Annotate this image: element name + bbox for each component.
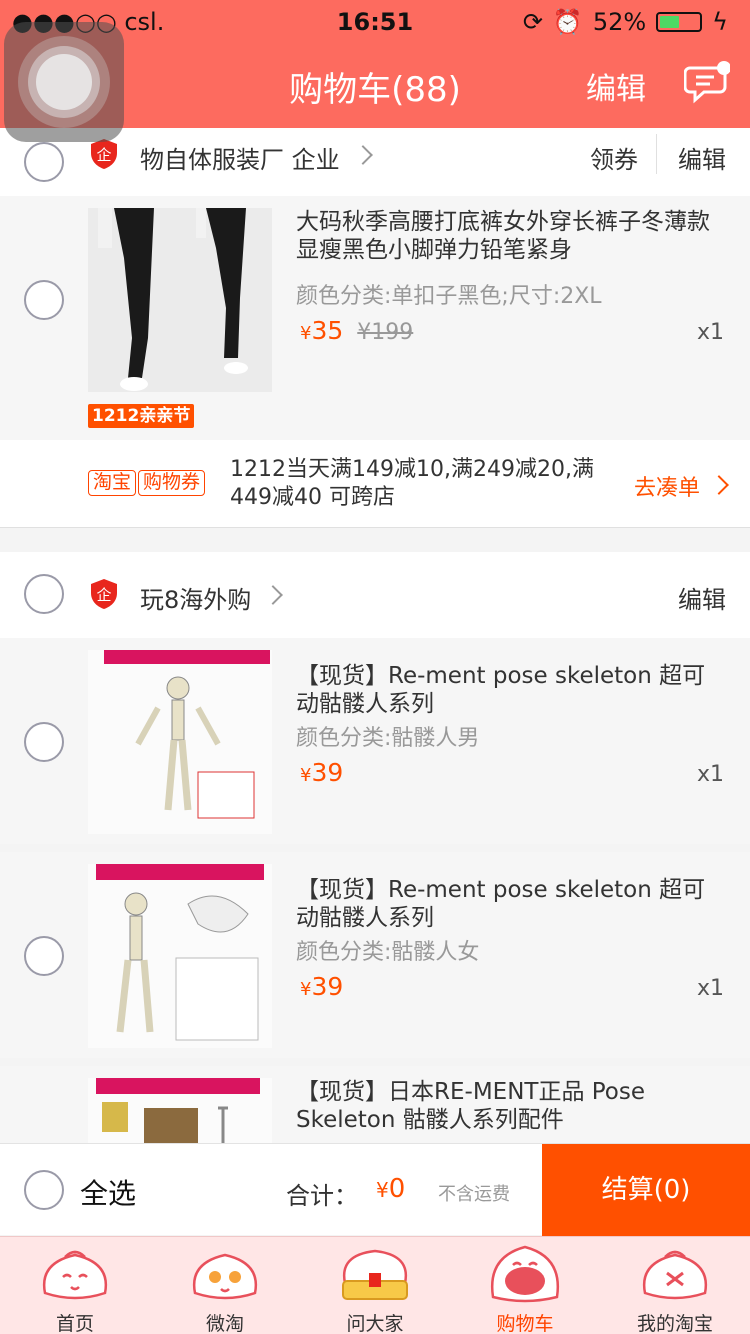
total-label: 合计： (286, 1182, 358, 1210)
item-quantity: x1 (696, 320, 724, 345)
shop-name[interactable]: 物自体服装厂 企业 (140, 140, 340, 175)
item-select-radio[interactable] (24, 936, 64, 976)
enterprise-shield-icon: 企 (91, 139, 117, 169)
product-image[interactable] (88, 650, 272, 834)
product-image[interactable] (88, 208, 272, 392)
tab-label: 购物车 (496, 1313, 554, 1334)
rotation-lock-icon: ⟳ (522, 8, 543, 36)
item-original-price: ¥199 (357, 320, 414, 345)
svg-text:企: 企 (96, 146, 111, 164)
battery-percent: 52% (592, 8, 647, 36)
enterprise-shield-icon: 企 (91, 579, 117, 609)
shop-header-1: 企 物自体服装厂 企业 领券 编辑 (0, 128, 750, 206)
voucher-tag: 购物券 (138, 470, 206, 496)
checkout-button[interactable]: 结算(0) (542, 1144, 750, 1236)
message-icon[interactable] (684, 60, 730, 104)
weitao-bun-icon (192, 1253, 258, 1300)
coupon-button[interactable]: 领券 (590, 140, 638, 175)
product-image[interactable] (88, 864, 272, 1048)
tab-cart[interactable]: 购物车 (450, 1237, 600, 1334)
shop-edit-button[interactable]: 编辑 (678, 140, 726, 175)
coupon-promo-row[interactable]: 淘宝 购物券 1212当天满149减10,满249减20,满449减40 可跨店… (0, 440, 750, 528)
item-title[interactable]: 【现货】Re-ment pose skeleton 超可动骷髅人系列 (296, 876, 726, 932)
chevron-right-icon (353, 145, 373, 165)
assistive-touch-button[interactable] (4, 22, 124, 142)
tab-bar: 首页 微淘 问大家 购物车 我的淘宝 (0, 1236, 750, 1334)
item-title[interactable]: 【现货】Re-ment pose skeleton 超可动骷髅人系列 (296, 662, 726, 718)
divider (656, 134, 657, 174)
home-bun-icon (42, 1250, 108, 1300)
total-amount: ¥0 (376, 1174, 406, 1204)
promo-action-link[interactable]: 去凑单 (634, 470, 700, 502)
status-right: ⟳ ⏰ 52% ϟ (523, 8, 728, 36)
item-quantity: x1 (696, 976, 724, 1001)
item-price: ¥35 ¥199 (300, 316, 414, 345)
tab-label: 问大家 (346, 1313, 404, 1334)
charging-icon: ϟ (712, 8, 728, 36)
cart-item: 1212亲亲节 大码秋季高腰打底裤女外穿长裤子冬薄款显瘦黑色小脚弹力铅笔紧身 颜… (0, 196, 750, 440)
tab-label: 微淘 (205, 1313, 244, 1334)
shipping-note: 不含运费 (438, 1184, 510, 1205)
tab-weitao[interactable]: 微淘 (150, 1237, 300, 1334)
svg-text:企: 企 (96, 586, 111, 604)
shop-header-2: 企 玩8海外购 编辑 (0, 552, 750, 638)
item-spec: 颜色分类:骷髅人女 (296, 940, 480, 965)
item-price: ¥39 (300, 972, 344, 1001)
tab-label: 我的淘宝 (636, 1313, 713, 1334)
item-quantity: x1 (696, 762, 724, 787)
product-image[interactable] (88, 1078, 272, 1144)
tab-home[interactable]: 首页 (0, 1237, 150, 1334)
checkout-bar: 全选 合计： ¥0 不含运费 结算(0) (0, 1143, 750, 1236)
tab-label: 首页 (55, 1313, 94, 1334)
cart-bun-icon (490, 1245, 560, 1303)
item-spec: 颜色分类:单扣子黑色;尺寸:2XL (296, 284, 602, 309)
promo-badge: 1212亲亲节 (88, 404, 195, 428)
shop-name[interactable]: 玩8海外购 (140, 580, 251, 615)
cart-item: 【现货】日本RE-MENT正品 Pose Skeleton 骷髅人系列配件 (0, 1066, 750, 1144)
promo-tags: 淘宝 购物券 (88, 470, 206, 496)
my-taobao-bun-icon (642, 1250, 708, 1300)
promo-text: 1212当天满149减10,满249减20,满449减40 可跨店 (230, 457, 594, 510)
taobao-tag: 淘宝 (88, 470, 137, 496)
tab-my-taobao[interactable]: 我的淘宝 (600, 1237, 750, 1334)
select-all-radio[interactable] (24, 1170, 64, 1210)
select-all-label[interactable]: 全选 (80, 1172, 136, 1212)
cart-item: 【现货】Re-ment pose skeleton 超可动骷髅人系列 颜色分类:… (0, 638, 750, 844)
item-title[interactable]: 【现货】日本RE-MENT正品 Pose Skeleton 骷髅人系列配件 (296, 1078, 726, 1134)
header-edit-button[interactable]: 编辑 (586, 64, 646, 108)
ask-bun-icon (342, 1249, 408, 1300)
shop-edit-button[interactable]: 编辑 (678, 580, 726, 615)
item-price: ¥39 (300, 758, 344, 787)
shop-select-radio[interactable] (24, 574, 64, 614)
alarm-icon: ⏰ (552, 8, 583, 36)
chevron-right-icon (263, 585, 283, 605)
item-select-radio[interactable] (24, 722, 64, 762)
tab-ask[interactable]: 问大家 (300, 1237, 450, 1334)
shop-select-radio[interactable] (24, 142, 64, 182)
chevron-right-icon (709, 475, 729, 495)
item-title[interactable]: 大码秋季高腰打底裤女外穿长裤子冬薄款显瘦黑色小脚弹力铅笔紧身 (296, 208, 726, 264)
battery-icon (656, 12, 703, 32)
item-select-radio[interactable] (24, 280, 64, 320)
item-spec: 颜色分类:骷髅人男 (296, 726, 480, 751)
cart-item: 【现货】Re-ment pose skeleton 超可动骷髅人系列 颜色分类:… (0, 852, 750, 1058)
